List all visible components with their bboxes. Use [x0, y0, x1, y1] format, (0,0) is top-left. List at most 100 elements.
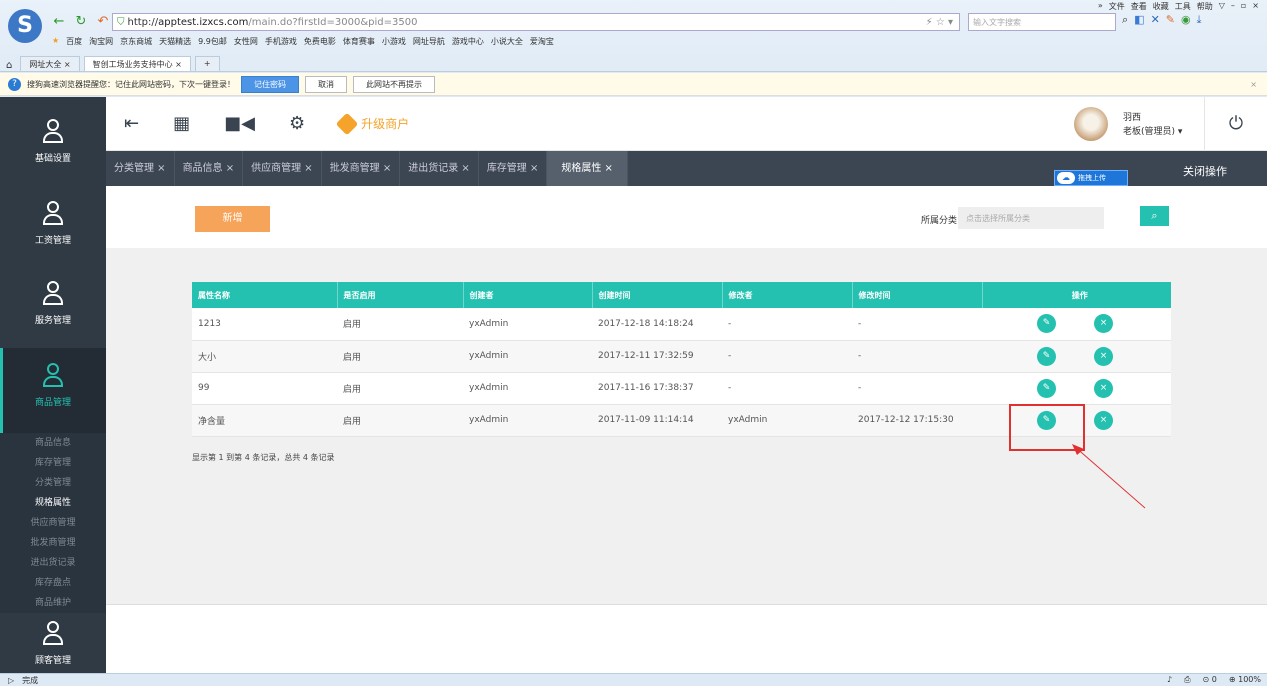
sound-icon[interactable]: ♪ [1167, 675, 1172, 685]
address-bar[interactable]: ⛉ http://apptest.izxcs.com/main.do?first… [112, 13, 960, 31]
sidebar-item-customer[interactable]: 顾客管理 [0, 621, 106, 666]
fav-link[interactable]: 免费电影 [304, 36, 336, 47]
user-icon [43, 201, 63, 229]
tab-category[interactable]: 分类管理 × [106, 151, 175, 186]
sidebar-item-label: 服务管理 [34, 316, 71, 326]
fav-link[interactable]: 女性网 [234, 36, 258, 47]
submenu-item-active[interactable]: 规格属性 [0, 493, 106, 513]
drag-upload-widget[interactable]: ☁ 拖拽上传 [1054, 170, 1128, 186]
browser-logo-icon[interactable]: S [8, 9, 42, 43]
cell-creator: yxAdmin [463, 308, 592, 341]
tab-inventory[interactable]: 库存管理 × [479, 151, 548, 186]
fav-link[interactable]: 体育赛事 [343, 36, 375, 47]
sidebar-item-salary[interactable]: 工资管理 [0, 201, 106, 246]
minimize-button[interactable]: – [1231, 1, 1235, 12]
category-select-input[interactable]: 点击选择所属分类 [958, 207, 1104, 229]
avatar[interactable] [1074, 107, 1108, 141]
bookmark-icon[interactable]: ◧ [1134, 13, 1144, 27]
tab-in-out-records[interactable]: 进出货记录 × [400, 151, 479, 186]
gear-icon[interactable]: ⚙ [289, 113, 305, 134]
shield-status-icon[interactable]: ◉ [1181, 13, 1191, 27]
submenu-item[interactable]: 库存盘点 [0, 573, 106, 593]
grid-icon[interactable]: ▦ [173, 113, 190, 134]
user-menu[interactable]: 羽西 老板(管理员) ▾ [1123, 111, 1182, 139]
video-icon[interactable]: ■◀ [224, 113, 255, 134]
edit-icon[interactable]: ✎ [1037, 346, 1056, 366]
favorites-star-icon[interactable]: ★ [52, 36, 59, 47]
close-operations[interactable]: 关闭操作 [1183, 163, 1227, 179]
annotation-arrow [1072, 444, 1146, 509]
maximize-button[interactable]: ▫ [1241, 1, 1246, 12]
menu-more[interactable]: » [1098, 1, 1103, 12]
delete-icon[interactable]: × [1094, 378, 1113, 398]
fav-link[interactable]: 淘宝网 [89, 36, 113, 47]
printer-icon[interactable]: ⎙ [1184, 675, 1190, 685]
tools-icon[interactable]: ✕ [1151, 13, 1160, 27]
refresh-icon[interactable]: ↻ [74, 14, 88, 29]
never-remind-button[interactable]: 此网站不再提示 [353, 75, 435, 93]
pin-icon[interactable]: ✎ [1166, 13, 1175, 27]
menu-tools[interactable]: 工具 [1175, 1, 1191, 12]
shield-icon: ⛉ [117, 16, 125, 28]
browser-tab-active[interactable]: 智创工场业务支持中心 × [83, 56, 191, 71]
fav-link[interactable]: 爱淘宝 [530, 36, 554, 47]
edit-icon[interactable]: ✎ [1037, 314, 1056, 334]
menu-view[interactable]: 查看 [1131, 1, 1147, 12]
fav-link[interactable]: 网址导航 [413, 36, 445, 47]
submenu-item[interactable]: 分类管理 [0, 473, 106, 493]
menu-help[interactable]: 帮助 [1197, 1, 1213, 12]
submenu-item[interactable]: 库存管理 [0, 453, 106, 473]
sidebar-item-basic-settings[interactable]: 基础设置 [0, 119, 106, 164]
tab-wholesaler[interactable]: 批发商管理 × [322, 151, 401, 186]
fav-link[interactable]: 天猫精选 [159, 36, 191, 47]
tab-supplier[interactable]: 供应商管理 × [243, 151, 322, 186]
delete-icon[interactable]: × [1094, 410, 1113, 430]
undo-icon[interactable]: ↶ [96, 14, 110, 29]
browser-tab[interactable]: 网址大全 × [20, 56, 80, 71]
add-button[interactable]: 新增 [195, 206, 270, 232]
close-window-button[interactable]: × [1252, 1, 1259, 12]
power-icon[interactable]: ⏻ [1204, 97, 1267, 151]
diamond-icon [335, 112, 359, 135]
download-icon[interactable]: ⤓ [1197, 13, 1202, 27]
upgrade-merchant-button[interactable]: 升级商户 [335, 112, 409, 135]
tab-spec-attributes[interactable]: 规格属性 × [547, 151, 628, 186]
sidebar-item-goods[interactable]: 商品管理 [0, 348, 106, 433]
fav-link[interactable]: 百度 [66, 36, 82, 47]
delete-icon[interactable]: × [1094, 346, 1113, 366]
submenu-item[interactable]: 批发商管理 [0, 533, 106, 553]
browser-search-input[interactable]: 输入文字搜索 [968, 13, 1116, 31]
menu-collapse-icon[interactable]: ⇤ [124, 113, 139, 134]
search-icon[interactable]: ⌕ [1122, 13, 1128, 27]
skin-icon[interactable]: ▽ [1219, 1, 1225, 12]
fav-link[interactable]: 游戏中心 [452, 36, 484, 47]
sidebar-item-service[interactable]: 服务管理 [0, 281, 106, 326]
cell-enabled: 启用 [337, 340, 463, 373]
edit-icon[interactable]: ✎ [1037, 378, 1056, 398]
home-icon[interactable]: ⌂ [6, 60, 12, 71]
submenu-item[interactable]: 商品信息 [0, 433, 106, 453]
back-arrow-icon[interactable]: ← [52, 14, 66, 29]
menu-file[interactable]: 文件 [1109, 1, 1125, 12]
delete-icon[interactable]: × [1094, 314, 1113, 334]
fav-link[interactable]: 9.9包邮 [198, 36, 227, 47]
tab-goods-info[interactable]: 商品信息 × [175, 151, 244, 186]
zoom-level[interactable]: ⊕ 100% [1229, 675, 1261, 685]
fav-link[interactable]: 小游戏 [382, 36, 406, 47]
download-count[interactable]: ⊙ 0 [1203, 675, 1217, 685]
menu-favorites[interactable]: 收藏 [1153, 1, 1169, 12]
remember-password-button[interactable]: 记住密码 [241, 75, 299, 93]
submenu-item[interactable]: 进出货记录 [0, 553, 106, 573]
submenu-item[interactable]: 商品维护 [0, 593, 106, 613]
close-icon[interactable]: × [1250, 80, 1257, 89]
fav-link[interactable]: 京东商城 [120, 36, 152, 47]
fav-link[interactable]: 小说大全 [491, 36, 523, 47]
fav-link[interactable]: 手机游戏 [265, 36, 297, 47]
cell-modifier: yxAdmin [722, 404, 852, 437]
search-button[interactable]: ⌕ [1140, 206, 1169, 226]
table-header-row: 属性名称 是否启用 创建者 创建时间 修改者 修改时间 操作 [192, 282, 1171, 308]
new-tab-button[interactable]: + [194, 56, 220, 71]
cancel-button[interactable]: 取消 [305, 75, 347, 93]
bolt-star-icon[interactable]: ⚡ ☆ ▾ [926, 17, 953, 28]
submenu-item[interactable]: 供应商管理 [0, 513, 106, 533]
